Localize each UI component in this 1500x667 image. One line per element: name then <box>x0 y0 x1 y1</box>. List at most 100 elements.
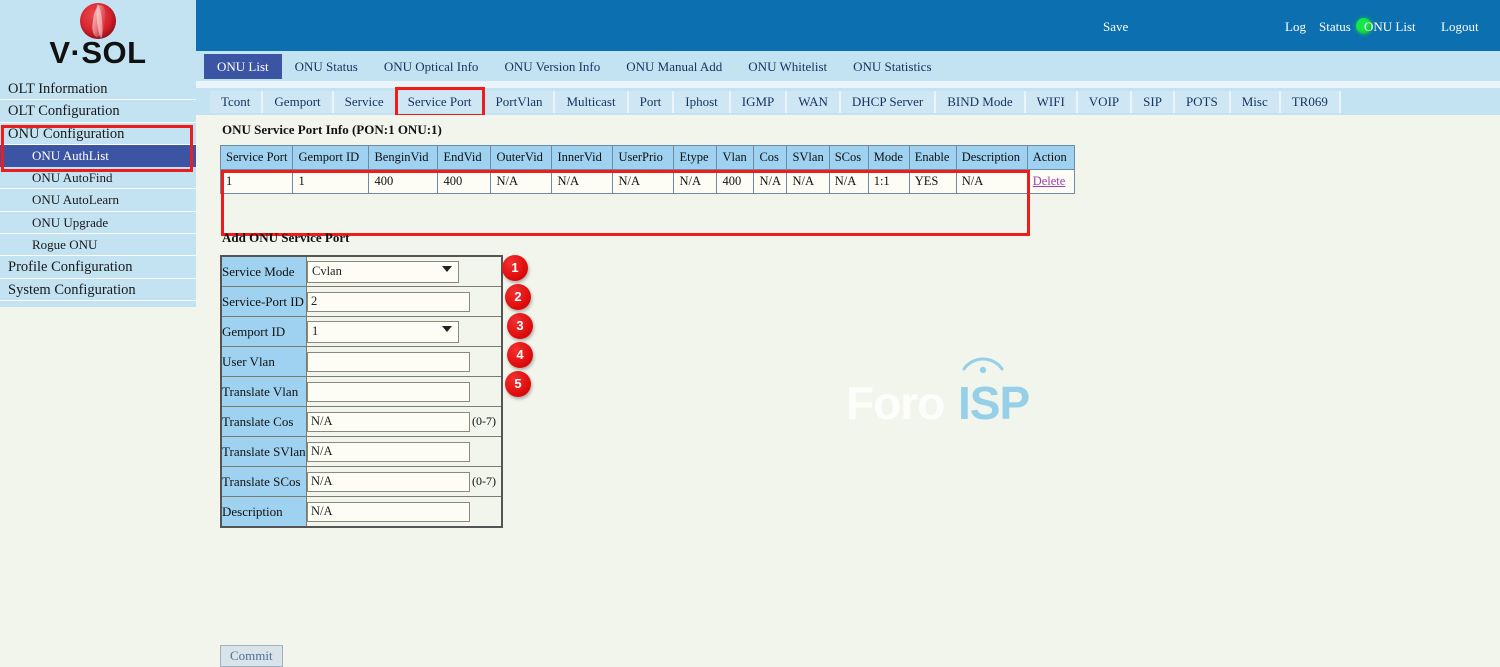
tab-onu-statistics[interactable]: ONU Statistics <box>840 54 945 79</box>
tab-wan[interactable]: WAN <box>787 91 841 113</box>
tab-multicast[interactable]: Multicast <box>555 91 629 113</box>
tab-pots[interactable]: POTS <box>1174 91 1231 113</box>
save-button[interactable]: Save <box>1103 19 1128 35</box>
col-vlan: Vlan <box>716 145 755 170</box>
sidebar-item-system-configuration[interactable]: System Configuration <box>0 279 196 301</box>
service-port-info-table-wrap: Service Port Gemport ID BenginVid EndVid… <box>219 145 1075 236</box>
col-service-port: Service Port <box>219 145 294 170</box>
tab-service-port[interactable]: Service Port <box>394 87 485 117</box>
tab-onu-version-info[interactable]: ONU Version Info <box>491 54 614 79</box>
cell-benginvid: 400 <box>368 169 439 194</box>
tab-onu-list[interactable]: ONU List <box>204 54 282 79</box>
form-row-description: Description <box>220 496 503 528</box>
label-description: Description <box>220 496 307 528</box>
cell-userprio: N/A <box>612 169 675 194</box>
tab-wifi[interactable]: WIFI <box>1025 91 1078 113</box>
sidebar-item-onu-authlist[interactable]: ONU AuthList <box>0 144 196 168</box>
tab-iphost[interactable]: Iphost <box>674 91 731 113</box>
annotation-badge-3: 3 <box>507 313 533 339</box>
chevron-down-icon <box>442 325 452 332</box>
form-row-service-mode: Service Mode Cvlan <box>220 255 503 287</box>
sidebar-item-onu-configuration[interactable]: ONU Configuration <box>0 123 196 145</box>
translate-scos-input[interactable] <box>307 471 470 492</box>
header-link-onu-list[interactable]: ONU List <box>1364 19 1416 35</box>
cell-description: N/A <box>955 169 1028 194</box>
cell-vlan: 400 <box>716 169 755 194</box>
sidebar-item-profile-configuration[interactable]: Profile Configuration <box>0 256 196 279</box>
tab-tr069[interactable]: TR069 <box>1280 91 1341 113</box>
col-endvid: EndVid <box>437 145 492 170</box>
foroisp-watermark: Foro ISP <box>846 351 1056 429</box>
tab-onu-whitelist[interactable]: ONU Whitelist <box>735 54 841 79</box>
hint-translate-scos: (0-7) <box>472 474 496 488</box>
user-vlan-input[interactable] <box>307 351 470 372</box>
header-link-log[interactable]: Log <box>1285 19 1306 35</box>
annotation-badge-5: 5 <box>505 371 531 397</box>
service-mode-select[interactable]: Cvlan <box>307 260 459 283</box>
sidebar-item-label: ONU Configuration <box>8 125 125 142</box>
col-userprio: UserPrio <box>612 145 675 170</box>
logout-button[interactable]: Logout <box>1441 19 1479 35</box>
sidebar-nav: OLT Information OLT Configuration ONU Co… <box>0 78 196 301</box>
tab-dhcp-server[interactable]: DHCP Server <box>840 91 937 113</box>
add-section-title: Add ONU Service Port <box>222 230 350 245</box>
translate-svlan-input[interactable] <box>307 441 470 462</box>
tab-misc[interactable]: Misc <box>1230 91 1281 113</box>
translate-cos-input[interactable] <box>307 411 470 432</box>
sidebar-item-label: OLT Configuration <box>8 103 120 120</box>
tab-port[interactable]: Port <box>628 91 675 113</box>
cell-etype: N/A <box>673 169 718 194</box>
tab-onu-manual-add[interactable]: ONU Manual Add <box>613 54 736 79</box>
sidebar-item-label: ONU AutoLearn <box>32 192 120 208</box>
sidebar-item-onu-autofind[interactable]: ONU AutoFind <box>0 167 196 190</box>
sidebar-item-olt-configuration[interactable]: OLT Configuration <box>0 100 196 123</box>
label-translate-vlan: Translate Vlan <box>220 376 307 407</box>
col-mode: Mode <box>867 145 910 170</box>
main-content: Foro ISP ONU Service Port Info (PON:1 ON… <box>196 115 1500 667</box>
sidebar-item-onu-autolearn[interactable]: ONU AutoLearn <box>0 189 196 212</box>
cell-scos: N/A <box>828 169 869 194</box>
translate-vlan-input[interactable] <box>307 381 470 402</box>
primary-tab-bar: ONU List ONU Status ONU Optical Info ONU… <box>196 51 1500 81</box>
sidebar-item-olt-information[interactable]: OLT Information <box>0 78 196 101</box>
sidebar-item-label: ONU AuthList <box>32 147 109 163</box>
gemport-id-value: 1 <box>312 323 319 338</box>
cell-outervid: N/A <box>490 169 553 194</box>
col-svlan: SVlan <box>786 145 830 170</box>
label-user-vlan: User Vlan <box>220 346 307 377</box>
col-action: Action <box>1026 145 1075 170</box>
form-row-translate-scos: Translate SCos (0-7) <box>220 466 503 497</box>
label-gemport-id: Gemport ID <box>220 316 307 347</box>
cell-innervid: N/A <box>551 169 614 194</box>
label-service-port-id: Service-Port ID <box>220 286 307 317</box>
form-row-translate-vlan: Translate Vlan <box>220 376 503 407</box>
tab-tcont[interactable]: Tcont <box>210 91 264 113</box>
brand-logo-text: V·SOL <box>49 35 147 70</box>
tab-voip[interactable]: VOIP <box>1077 91 1133 113</box>
service-port-id-input[interactable] <box>307 291 470 312</box>
form-row-gemport-id: Gemport ID 1 <box>220 316 503 347</box>
tab-onu-status[interactable]: ONU Status <box>281 54 371 79</box>
tab-bind-mode[interactable]: BIND Mode <box>936 91 1026 113</box>
header-link-status[interactable]: Status <box>1319 19 1351 35</box>
tab-igmp[interactable]: IGMP <box>730 91 788 113</box>
description-input[interactable] <box>307 501 470 522</box>
tab-gemport[interactable]: Gemport <box>263 91 334 113</box>
col-innervid: InnerVid <box>551 145 614 170</box>
commit-button[interactable]: Commit <box>220 645 283 667</box>
add-service-port-form: Service Mode Cvlan Service-Port ID Gempo… <box>220 255 503 528</box>
tab-sip[interactable]: SIP <box>1132 91 1175 113</box>
sidebar-item-label: ONU Upgrade <box>32 214 109 230</box>
delete-link[interactable]: Delete <box>1033 174 1066 188</box>
brand-logo: V·SOL <box>0 0 196 78</box>
tab-onu-optical-info[interactable]: ONU Optical Info <box>370 54 492 79</box>
sidebar-item-rogue-onu[interactable]: Rogue ONU <box>0 234 196 257</box>
gemport-id-select[interactable]: 1 <box>307 320 459 343</box>
col-etype: Etype <box>673 145 718 170</box>
sidebar-item-label: Profile Configuration <box>8 259 133 276</box>
tab-portvlan[interactable]: PortVlan <box>484 91 556 113</box>
sidebar-item-label: OLT Information <box>8 81 108 97</box>
cell-gemport-id: 1 <box>292 169 370 194</box>
tab-service[interactable]: Service <box>333 91 397 113</box>
sidebar-item-onu-upgrade[interactable]: ONU Upgrade <box>0 212 196 235</box>
